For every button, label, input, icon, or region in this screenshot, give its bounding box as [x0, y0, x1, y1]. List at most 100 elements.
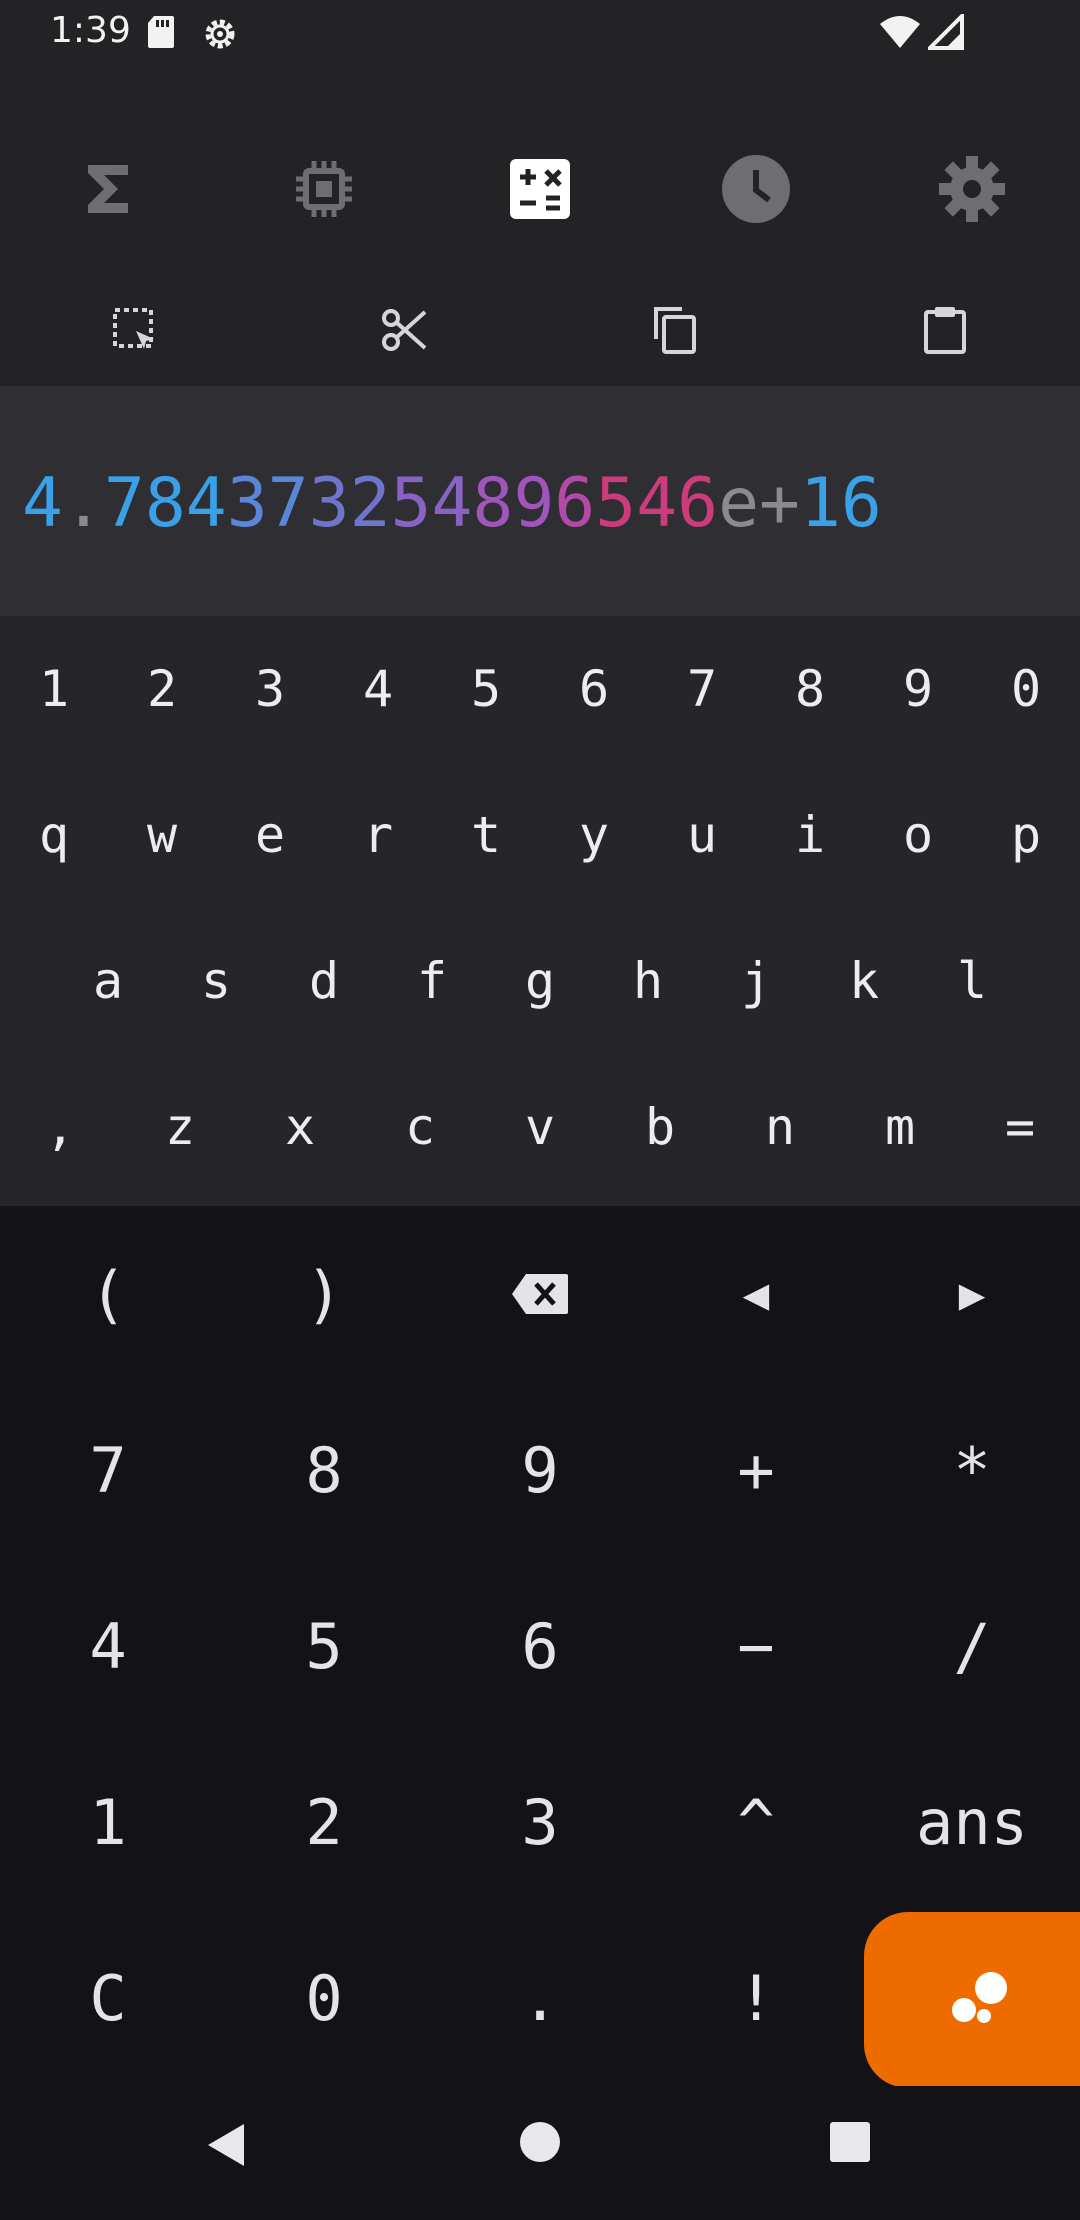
key-k[interactable]: k: [810, 908, 918, 1054]
key-8[interactable]: 8: [756, 616, 864, 762]
back-button[interactable]: [202, 2120, 248, 2174]
expression-segment: 37: [226, 464, 309, 543]
key-h[interactable]: h: [594, 908, 702, 1054]
keyboard-row-zxcv: , z x c v b n m =: [0, 1054, 1080, 1200]
key-divide[interactable]: /: [864, 1558, 1080, 1734]
select-all-button[interactable]: [0, 278, 270, 386]
key-t[interactable]: t: [432, 762, 540, 908]
hardware-tab[interactable]: [216, 136, 432, 246]
key-v[interactable]: v: [480, 1054, 600, 1200]
key-power[interactable]: ^: [648, 1734, 864, 1910]
key-g[interactable]: g: [486, 908, 594, 1054]
key-d[interactable]: d: [270, 908, 378, 1054]
key-open-paren[interactable]: (: [0, 1206, 216, 1382]
key-o[interactable]: o: [864, 762, 972, 908]
key-close-paren[interactable]: ): [216, 1206, 432, 1382]
key-digit-2[interactable]: 2: [216, 1734, 432, 1910]
key-plus[interactable]: +: [648, 1382, 864, 1558]
backspace-button[interactable]: [432, 1206, 648, 1382]
key-0[interactable]: 0: [972, 616, 1080, 762]
key-equals[interactable]: =: [960, 1054, 1080, 1200]
back-triangle-icon: [202, 2124, 248, 2174]
key-a[interactable]: a: [54, 908, 162, 1054]
expression-segment: 89: [472, 464, 555, 543]
edit-toolbar: [0, 278, 1080, 386]
key-y[interactable]: y: [540, 762, 648, 908]
key-4[interactable]: 4: [324, 616, 432, 762]
key-e[interactable]: e: [216, 762, 324, 908]
expression-segment: 32: [308, 464, 391, 543]
paste-button[interactable]: [810, 278, 1080, 386]
history-tab[interactable]: [648, 136, 864, 246]
key-digit-9[interactable]: 9: [432, 1382, 648, 1558]
key-ans[interactable]: ans: [864, 1734, 1080, 1910]
key-5[interactable]: 5: [432, 616, 540, 762]
recents-button[interactable]: [828, 2120, 872, 2168]
select-all-icon: [112, 307, 158, 357]
calculator-icon: [508, 157, 572, 225]
expression-segment: 16: [799, 464, 882, 543]
expression-text[interactable]: 4.784373254896546e+16: [22, 464, 882, 543]
text-keyboard: 1234567890 qwertyuiop asdfghjkl ,zxcvbnm…: [0, 616, 1080, 1206]
key-w[interactable]: w: [108, 762, 216, 908]
key-cursor-left[interactable]: ◀: [648, 1206, 864, 1382]
key-comma[interactable]: ,: [0, 1054, 120, 1200]
calculator-tab[interactable]: [432, 136, 648, 246]
key-p[interactable]: p: [972, 762, 1080, 908]
system-navigation-bar: [0, 2086, 1080, 2220]
key-z[interactable]: z: [120, 1054, 240, 1200]
key-digit-1[interactable]: 1: [0, 1734, 216, 1910]
key-m[interactable]: m: [840, 1054, 960, 1200]
sigma-icon: [84, 161, 132, 221]
key-digit-0[interactable]: 0: [216, 1910, 432, 2086]
cut-button[interactable]: [270, 278, 540, 386]
key-n[interactable]: n: [720, 1054, 840, 1200]
keyboard-row-asdf: asdfghjkl: [0, 908, 1080, 1054]
copy-icon: [652, 305, 698, 359]
key-s[interactable]: s: [162, 908, 270, 1054]
key-x[interactable]: x: [240, 1054, 360, 1200]
key-clear[interactable]: C: [0, 1910, 216, 2086]
expression-display[interactable]: 4.784373254896546e+16: [0, 386, 1080, 616]
top-navigation: [0, 68, 1080, 278]
clock-icon: [721, 154, 791, 228]
key-2[interactable]: 2: [108, 616, 216, 762]
key-multiply[interactable]: *: [864, 1382, 1080, 1558]
home-button[interactable]: [518, 2120, 562, 2168]
key-b[interactable]: b: [600, 1054, 720, 1200]
key-q[interactable]: q: [0, 762, 108, 908]
keyboard-row-digits: 1234567890: [0, 616, 1080, 762]
key-f[interactable]: f: [378, 908, 486, 1054]
status-bar: 1:39: [0, 0, 1080, 68]
functions-tab[interactable]: [0, 136, 216, 246]
keyboard-row-qwerty: qwertyuiop: [0, 762, 1080, 908]
key-c[interactable]: c: [360, 1054, 480, 1200]
key-1[interactable]: 1: [0, 616, 108, 762]
expression-segment: 54: [390, 464, 473, 543]
key-cursor-right[interactable]: ▶: [864, 1206, 1080, 1382]
settings-tab[interactable]: [864, 136, 1080, 246]
key-r[interactable]: r: [324, 762, 432, 908]
key-9[interactable]: 9: [864, 616, 972, 762]
key-digit-4[interactable]: 4: [0, 1558, 216, 1734]
key-factorial[interactable]: !: [648, 1910, 864, 2086]
key-decimal[interactable]: .: [432, 1910, 648, 2086]
key-u[interactable]: u: [648, 762, 756, 908]
key-digit-6[interactable]: 6: [432, 1558, 648, 1734]
key-6[interactable]: 6: [540, 616, 648, 762]
evaluate-icon: [944, 1968, 1014, 2032]
copy-button[interactable]: [540, 278, 810, 386]
evaluate-button[interactable]: [864, 1912, 1080, 2088]
key-3[interactable]: 3: [216, 616, 324, 762]
cut-icon: [381, 306, 429, 358]
key-digit-8[interactable]: 8: [216, 1382, 432, 1558]
key-7[interactable]: 7: [648, 616, 756, 762]
key-j[interactable]: j: [702, 908, 810, 1054]
key-digit-5[interactable]: 5: [216, 1558, 432, 1734]
key-digit-3[interactable]: 3: [432, 1734, 648, 1910]
expression-segment: .: [62, 464, 104, 543]
key-minus[interactable]: −: [648, 1558, 864, 1734]
key-l[interactable]: l: [918, 908, 1026, 1054]
key-i[interactable]: i: [756, 762, 864, 908]
key-digit-7[interactable]: 7: [0, 1382, 216, 1558]
